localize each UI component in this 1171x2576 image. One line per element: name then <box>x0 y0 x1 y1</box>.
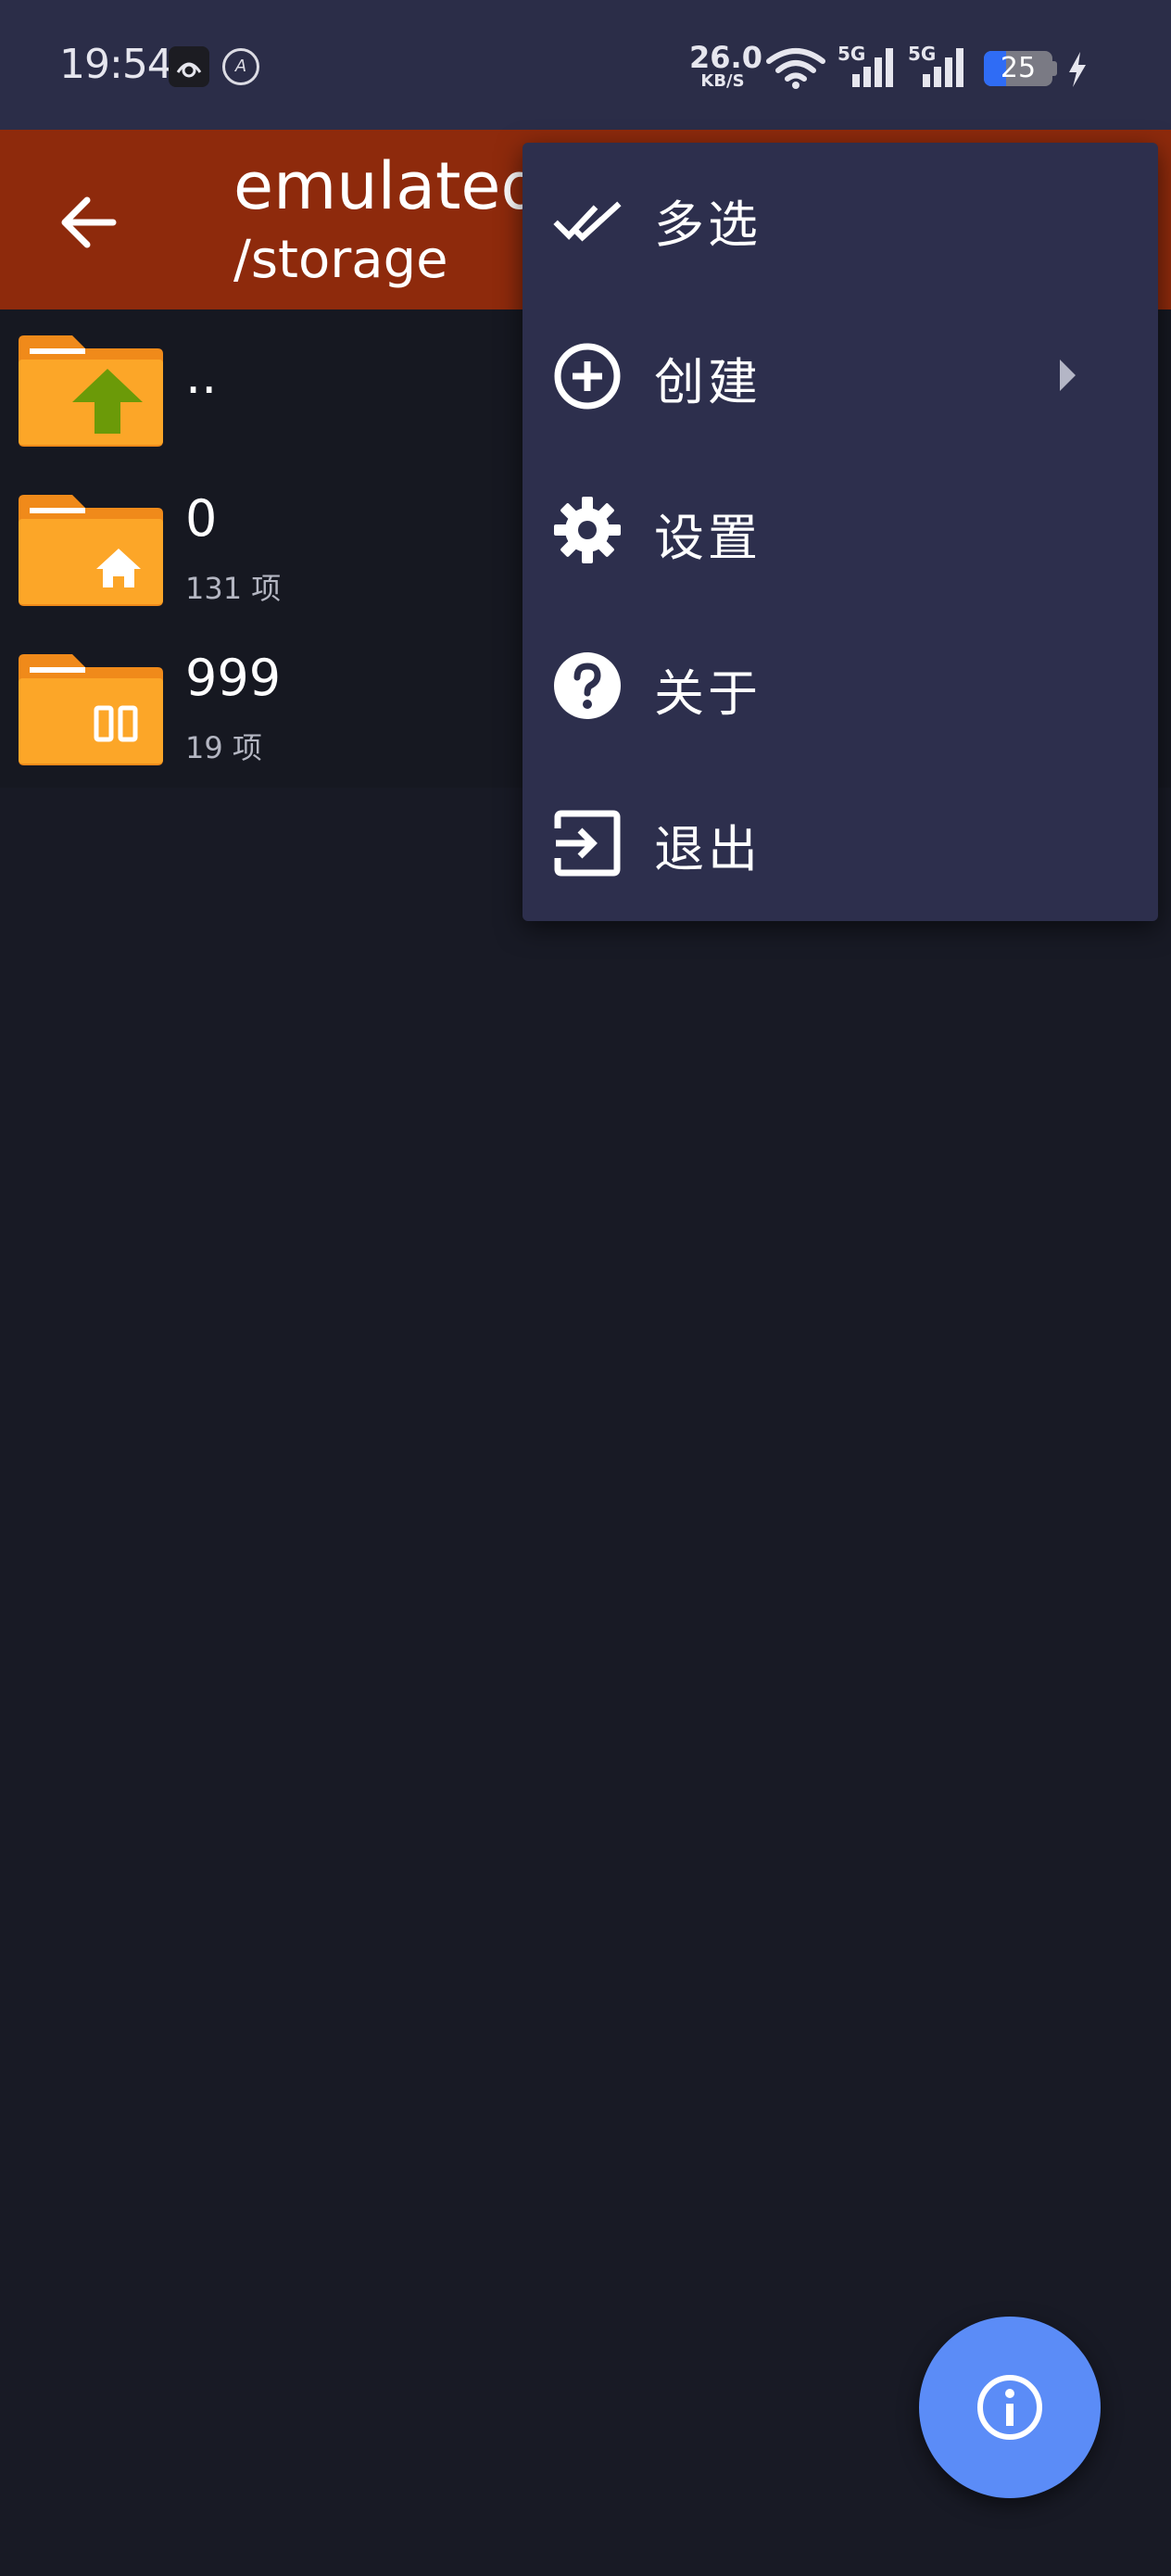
network-speed-value: 26.0 <box>689 40 762 75</box>
charging-icon <box>1069 52 1086 87</box>
info-icon <box>977 2375 1042 2440</box>
file-item-count: 131 项 <box>185 571 282 606</box>
status-time: 19:54 <box>59 41 173 88</box>
menu-item-label: 关于 <box>654 664 762 723</box>
menu-item-exit[interactable]: 退出 <box>523 765 1158 921</box>
help-circle-icon <box>554 652 621 719</box>
page-title: emulated <box>233 148 542 224</box>
menu-item-multiselect[interactable]: 多选 <box>523 143 1158 298</box>
submenu-arrow-icon <box>1060 360 1076 391</box>
file-name: .. <box>185 347 218 405</box>
menu-item-create[interactable]: 创建 <box>523 298 1158 454</box>
double-check-icon <box>553 201 622 242</box>
parent-folder-icon <box>19 335 163 447</box>
ad-block-icon: A <box>222 48 259 85</box>
file-name: 0 <box>185 489 218 548</box>
wifi-icon <box>766 48 825 89</box>
notification-app-icon <box>169 46 209 87</box>
menu-item-label: 设置 <box>654 509 762 567</box>
status-bar: 19:54 A 26.0 KB/S 5G 5G 25 <box>0 0 1171 130</box>
back-button[interactable] <box>54 185 128 259</box>
battery-tip <box>1052 61 1057 76</box>
file-item-count: 19 项 <box>185 730 262 765</box>
battery-level: 25 <box>1000 52 1037 84</box>
signal-sim2-icon: 5G <box>908 43 967 89</box>
exit-icon <box>554 810 621 877</box>
signal-sim1-icon: 5G <box>837 43 897 89</box>
menu-item-label: 多选 <box>654 196 762 254</box>
network-speed-unit: KB/S <box>700 71 745 91</box>
add-circle-icon <box>554 343 621 410</box>
home-folder-icon <box>19 495 163 606</box>
overflow-menu: 多选 创建 设置 关于 退出 <box>523 143 1158 921</box>
menu-item-label: 退出 <box>654 820 762 878</box>
menu-item-about[interactable]: 关于 <box>523 610 1158 765</box>
file-name: 999 <box>185 649 282 707</box>
menu-item-label: 创建 <box>654 353 762 411</box>
arrow-left-icon <box>61 196 117 248</box>
page-path: /storage <box>233 230 448 290</box>
network-speed: 26.0 KB/S <box>689 40 762 91</box>
dual-app-folder-icon <box>19 654 163 765</box>
menu-item-settings[interactable]: 设置 <box>523 454 1158 610</box>
battery-icon: 25 <box>984 51 1052 86</box>
info-fab-button[interactable] <box>919 2317 1101 2498</box>
gear-icon <box>554 497 621 563</box>
